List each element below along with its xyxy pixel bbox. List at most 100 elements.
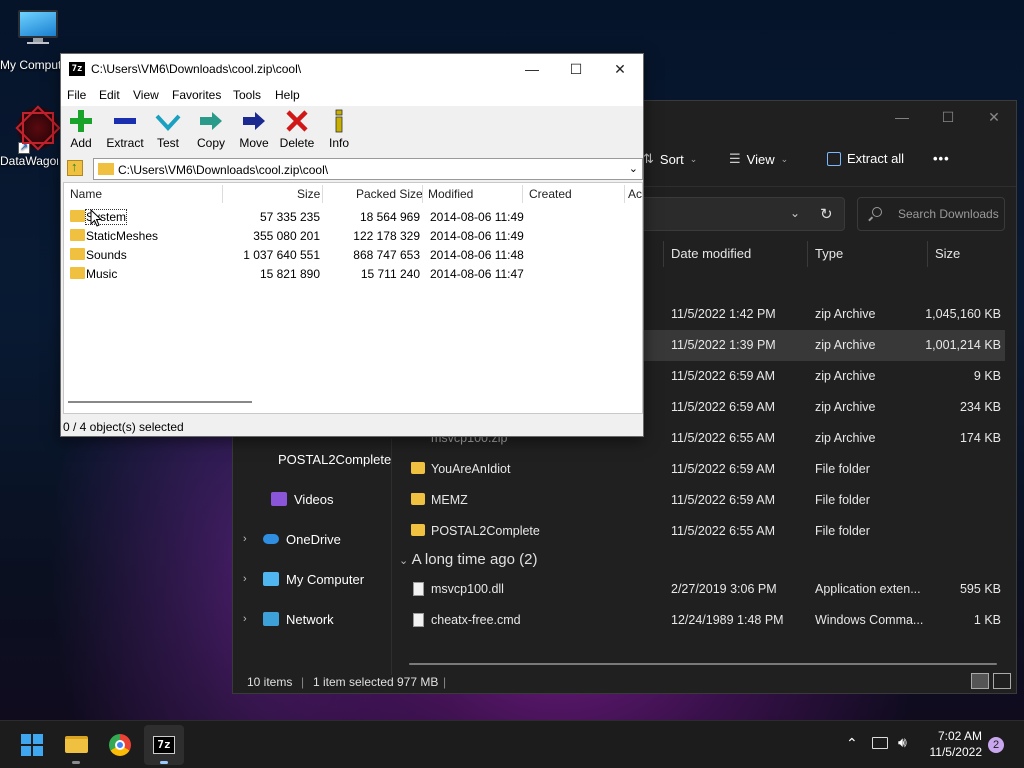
extract-all-button[interactable]: Extract all bbox=[827, 151, 904, 166]
nav-item-network[interactable]: › Network bbox=[233, 599, 391, 639]
chevron-down-icon[interactable]: ⌄ bbox=[629, 162, 638, 175]
taskbar-7zip[interactable]: 7z bbox=[144, 725, 184, 765]
column-header-packed-size[interactable]: Packed Size bbox=[356, 183, 423, 205]
horizontal-scrollbar[interactable] bbox=[409, 663, 997, 665]
file-list[interactable]: Name Size Packed Size Modified Created A… bbox=[63, 182, 643, 414]
archive-row[interactable]: System 57 335 235 18 564 969 2014-08-06 … bbox=[66, 207, 636, 226]
folder-icon bbox=[70, 267, 85, 279]
info-button[interactable]: Info bbox=[317, 108, 361, 150]
chevron-right-icon[interactable]: › bbox=[243, 573, 247, 585]
chrome-icon bbox=[109, 734, 131, 756]
taskbar-chrome[interactable] bbox=[100, 725, 140, 765]
test-button[interactable]: Test bbox=[146, 108, 190, 150]
network-tray-icon[interactable] bbox=[872, 737, 888, 749]
onedrive-cloud-icon bbox=[263, 534, 279, 544]
file-row[interactable]: MEMZ 11/5/2022 6:59 AM File folder bbox=[401, 485, 1005, 516]
up-folder-icon[interactable]: ↑ bbox=[67, 159, 83, 176]
horizontal-scrollbar[interactable] bbox=[68, 401, 252, 403]
menu-file[interactable]: File bbox=[67, 88, 86, 102]
column-separator bbox=[422, 185, 423, 203]
clock[interactable]: 7:02 AM 11/5/2022 bbox=[926, 729, 983, 759]
more-options-button[interactable]: ••• bbox=[933, 151, 950, 166]
column-header-size[interactable]: Size bbox=[297, 183, 320, 205]
group-header[interactable]: ⌄ A long time ago (2) bbox=[399, 551, 537, 568]
tiles-view-button[interactable] bbox=[993, 673, 1011, 689]
running-indicator bbox=[72, 761, 80, 764]
column-header-date[interactable]: Date modified bbox=[671, 239, 751, 269]
menu-help[interactable]: Help bbox=[275, 88, 300, 102]
status-size: 977 MB bbox=[397, 675, 439, 689]
column-header-attributes[interactable]: Ac bbox=[628, 183, 642, 205]
chevron-right-icon[interactable]: › bbox=[243, 533, 247, 545]
file-row[interactable]: YouAreAnIdiot 11/5/2022 6:59 AM File fold… bbox=[401, 454, 1005, 485]
tool-label: Delete bbox=[279, 136, 315, 150]
chevron-right-icon[interactable]: › bbox=[243, 613, 247, 625]
folder-icon bbox=[411, 524, 425, 536]
clock-date: 11/5/2022 bbox=[929, 745, 983, 759]
sort-button[interactable]: ⇅ Sort ⌄ bbox=[643, 151, 697, 167]
archive-row[interactable]: Music 15 821 890 15 711 240 2014-08-06 1… bbox=[66, 264, 636, 283]
column-header-modified[interactable]: Modified bbox=[428, 183, 473, 205]
nav-item-postal2complete[interactable]: POSTAL2Complete bbox=[233, 439, 391, 479]
start-button[interactable] bbox=[12, 725, 52, 765]
folder-icon bbox=[98, 163, 114, 175]
nav-item-videos[interactable]: Videos bbox=[233, 479, 391, 519]
view-button[interactable]: ☰ View ⌄ bbox=[729, 151, 788, 167]
file-row[interactable]: cheatx-free.cmd 12/24/1989 1:48 PM Window… bbox=[401, 605, 1005, 636]
delete-button[interactable]: Delete bbox=[275, 108, 319, 150]
maximize-button[interactable]: ☐ bbox=[553, 54, 599, 84]
address-bar[interactable]: ⌄ ↻ bbox=[633, 197, 845, 231]
maximize-button[interactable]: ☐ bbox=[925, 101, 971, 133]
extract-all-icon bbox=[827, 151, 841, 166]
archive-row[interactable]: StaticMeshes 355 080 201 122 178 329 201… bbox=[66, 226, 636, 245]
more-icon: ••• bbox=[933, 151, 950, 166]
volume-tray-icon[interactable]: 🔊︎ bbox=[898, 734, 907, 751]
notification-badge[interactable]: 2 bbox=[988, 737, 1004, 753]
column-header-type[interactable]: Type bbox=[815, 239, 843, 269]
menu-favorites[interactable]: Favorites bbox=[172, 88, 221, 102]
nav-label: OneDrive bbox=[286, 531, 341, 547]
path-combobox[interactable]: C:\Users\VM6\Downloads\cool.zip\cool\ ⌄ bbox=[93, 158, 643, 180]
status-separator: | bbox=[443, 675, 447, 689]
file-row[interactable]: msvcp100.dll 2/27/2019 3:06 PM Applicatio… bbox=[401, 574, 1005, 605]
minimize-button[interactable]: — bbox=[509, 54, 555, 84]
refresh-icon[interactable]: ↻ bbox=[820, 205, 833, 223]
copy-button[interactable]: Copy bbox=[189, 108, 233, 150]
tool-label: Info bbox=[328, 136, 349, 150]
archive-row[interactable]: Sounds 1 037 640 551 868 747 653 2014-08… bbox=[66, 245, 636, 264]
menu-edit[interactable]: Edit bbox=[99, 88, 120, 102]
tool-label: Extract bbox=[106, 136, 144, 150]
taskbar-file-explorer[interactable] bbox=[56, 725, 96, 765]
chevron-down-icon[interactable]: ⌄ bbox=[790, 206, 800, 220]
details-view-button[interactable] bbox=[971, 673, 989, 689]
move-button[interactable]: Move bbox=[232, 108, 276, 150]
desktop-icon-label: DataWagon bbox=[0, 154, 58, 168]
sort-label: Sort bbox=[659, 151, 684, 167]
explorer-status-bar: 10 items | 1 item selected 977 MB | bbox=[233, 671, 1016, 693]
extract-button[interactable]: Extract bbox=[103, 108, 147, 150]
menu-view[interactable]: View bbox=[133, 88, 159, 102]
menu-tools[interactable]: Tools bbox=[233, 88, 261, 102]
add-button[interactable]: Add bbox=[59, 108, 103, 150]
mouse-cursor-icon bbox=[90, 208, 103, 230]
minus-icon bbox=[103, 108, 147, 136]
minimize-button[interactable]: — bbox=[879, 101, 925, 133]
search-input[interactable]: Search Downloads bbox=[857, 197, 1005, 231]
arrow-right-icon bbox=[189, 108, 233, 136]
column-header-name[interactable]: Name bbox=[70, 183, 102, 205]
file-row[interactable]: POSTAL2Complete 11/5/2022 6:55 AM File fo… bbox=[401, 516, 1005, 547]
column-separator bbox=[927, 241, 928, 267]
toolbar: Add Extract Test Copy Move Delete Info bbox=[61, 106, 643, 158]
pane-divider bbox=[391, 439, 392, 675]
close-button[interactable]: ✕ bbox=[597, 54, 643, 84]
column-header-created[interactable]: Created bbox=[529, 183, 572, 205]
close-button[interactable]: ✕ bbox=[971, 101, 1017, 133]
nav-item-my-computer[interactable]: › My Computer bbox=[233, 559, 391, 599]
column-header-size[interactable]: Size bbox=[935, 239, 960, 269]
nav-label: Videos bbox=[294, 491, 334, 507]
show-hidden-icons-button[interactable]: ⌃ bbox=[846, 735, 858, 752]
taskbar: 7z ⌃ 🔊︎ 7:02 AM 11/5/2022 2 bbox=[0, 720, 1024, 768]
nav-item-onedrive[interactable]: › OneDrive bbox=[233, 519, 391, 559]
chevron-down-icon: ⌄ bbox=[399, 555, 409, 567]
folder-icon bbox=[65, 736, 88, 753]
